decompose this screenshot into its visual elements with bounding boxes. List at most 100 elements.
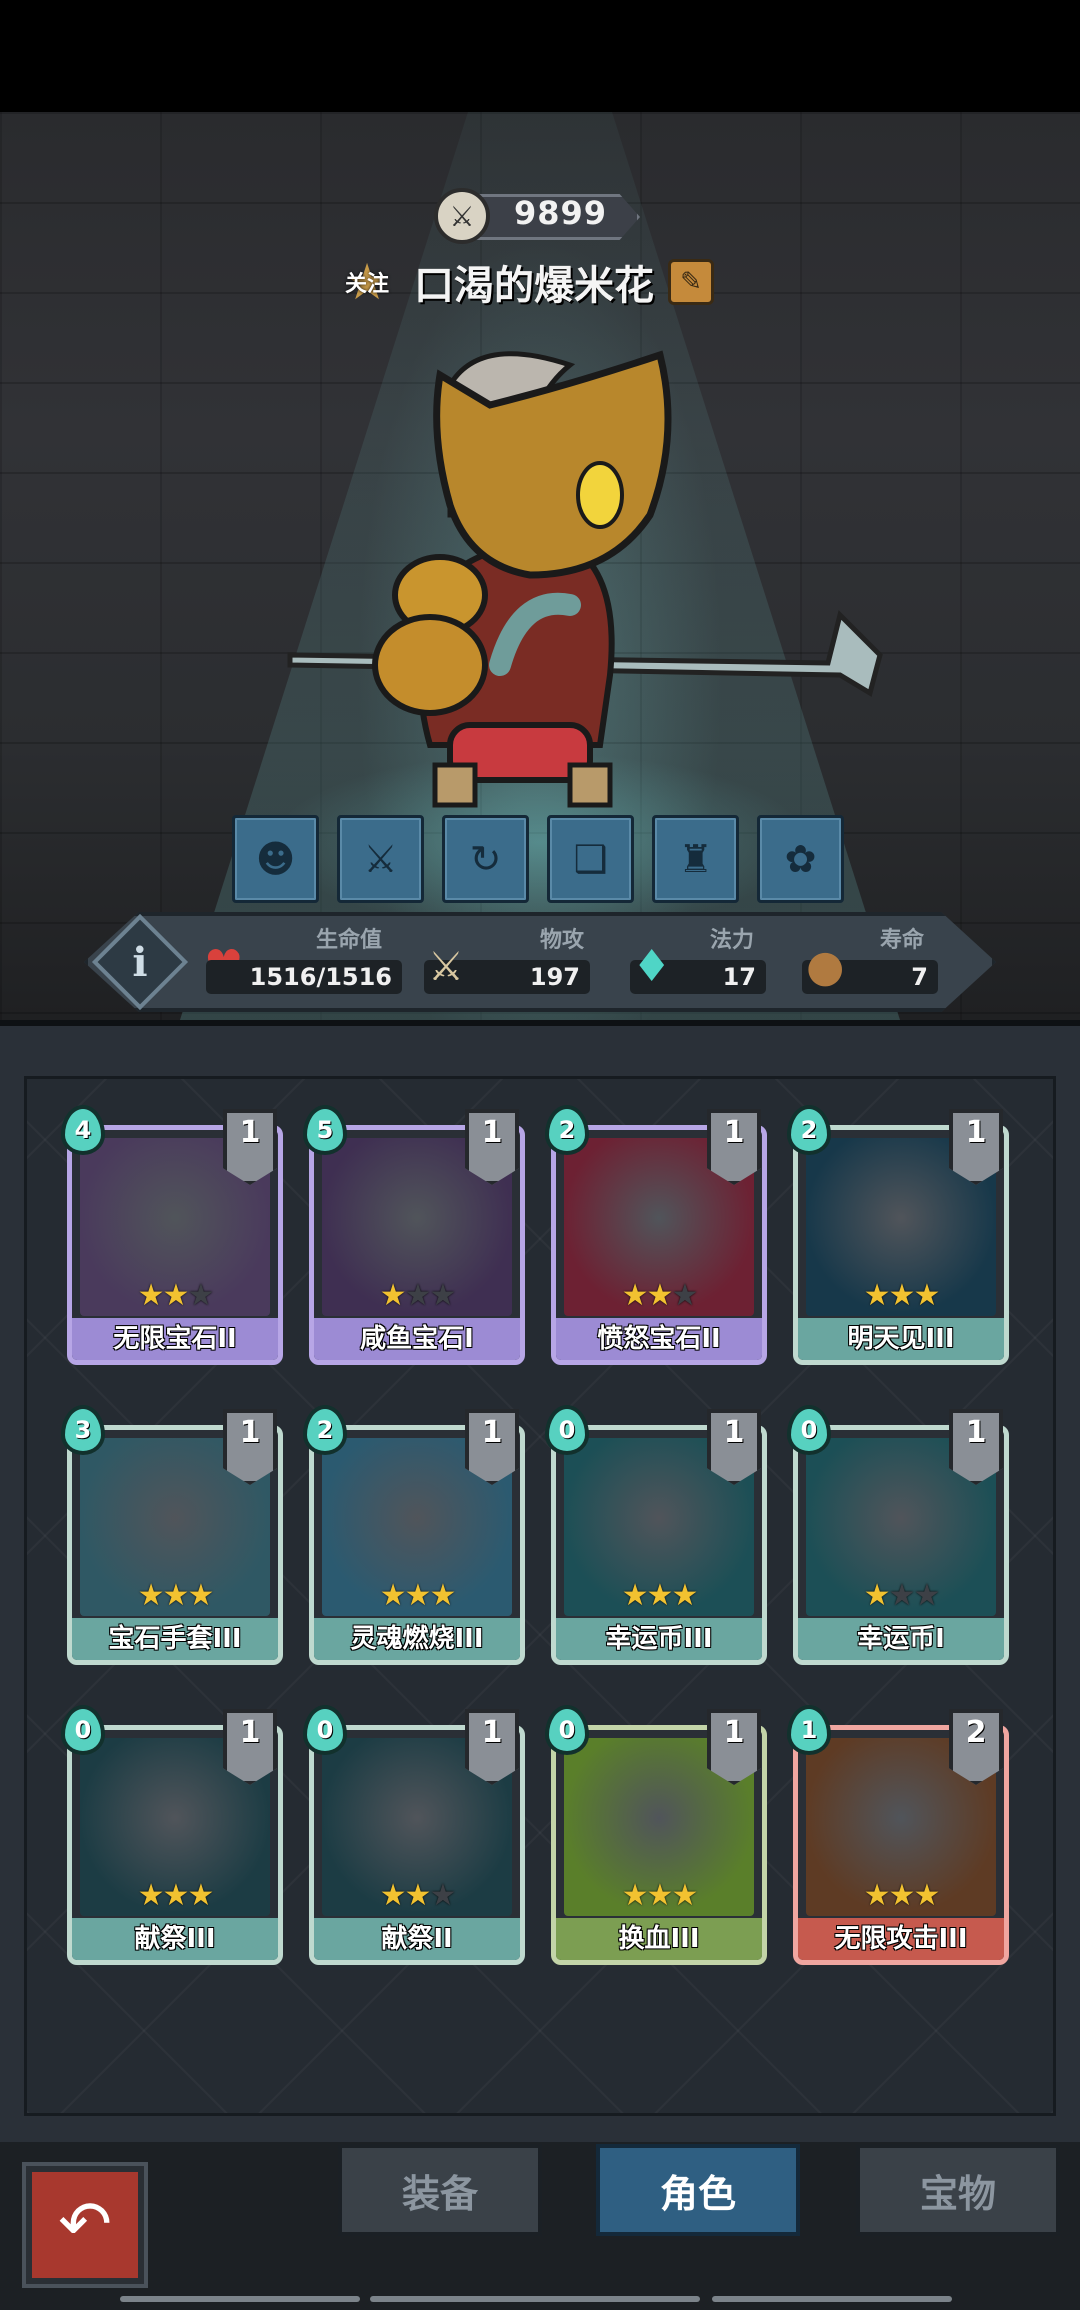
nav-divider <box>370 2296 700 2302</box>
star-filled-icon: ★ <box>379 1578 407 1613</box>
card-name: 换血III <box>556 1918 762 1960</box>
skill-slots: ☻ ⚔ ↻ ❑ ♜ ✿ <box>232 815 844 903</box>
star-filled-icon: ★ <box>621 1878 649 1913</box>
card[interactable]: ★★★ 献祭II 0 1 <box>303 1705 525 1967</box>
tab-equipment[interactable]: 装备 <box>338 2144 542 2236</box>
card-stars: ★★★ <box>556 1878 762 1913</box>
star-filled-icon: ★ <box>187 1578 214 1613</box>
card-stars: ★★★ <box>798 1578 1004 1613</box>
card[interactable]: ★★★ 愤怒宝石II 2 1 <box>545 1105 767 1367</box>
skill-slot-figure-icon[interactable]: ♜ <box>652 815 739 903</box>
skill-slot-swirl-icon[interactable]: ↻ <box>442 815 529 903</box>
star-filled-icon: ★ <box>863 1278 891 1313</box>
skill-slot-sword-icon[interactable]: ⚔ <box>337 815 424 903</box>
tab-character[interactable]: 角色 <box>596 2144 800 2236</box>
star-empty-icon: ★ <box>888 1578 916 1613</box>
deck-area: ★★★ 无限宝石II 4 1 ★★★ 咸鱼宝石I 5 1 ★★★ 愤怒宝石II 2 1 ★★★ 明天见II… <box>0 1026 1080 2142</box>
star-filled-icon: ★ <box>888 1878 916 1913</box>
card[interactable]: ★★★ 无限攻击III 1 2 <box>787 1705 1009 1967</box>
card[interactable]: ★★★ 咸鱼宝石I 5 1 <box>303 1105 525 1367</box>
star-filled-icon: ★ <box>187 1878 214 1913</box>
stats-bar: i 生命值 ♥ 1516/1516 物攻 197 ⚔ 法力 17 ♦ 寿命 7 … <box>84 912 996 1012</box>
star-filled-icon: ★ <box>621 1578 649 1613</box>
skill-slot-demon-icon[interactable]: ☻ <box>232 815 319 903</box>
follow-button[interactable]: ★ 关注 <box>340 257 394 307</box>
star-filled-icon: ★ <box>621 1278 649 1313</box>
star-filled-icon: ★ <box>913 1878 940 1913</box>
edit-name-icon[interactable]: ✎ <box>668 259 714 305</box>
card-cost-badge: 2 <box>787 1105 831 1155</box>
star-filled-icon: ★ <box>404 1578 432 1613</box>
card-name: 咸鱼宝石I <box>314 1318 520 1360</box>
card-stars: ★★★ <box>556 1278 762 1313</box>
star-empty-icon: ★ <box>429 1878 456 1913</box>
card-name: 献祭II <box>314 1918 520 1960</box>
card-cost-badge: 0 <box>303 1705 347 1755</box>
star-filled-icon: ★ <box>162 1578 190 1613</box>
star-empty-icon: ★ <box>429 1278 456 1313</box>
info-icon: i <box>132 938 148 986</box>
card[interactable]: ★★★ 宝石手套III 3 1 <box>61 1405 283 1667</box>
card-stars: ★★★ <box>72 1578 278 1613</box>
back-arrow-icon: ↶ <box>58 2188 112 2262</box>
star-filled-icon: ★ <box>913 1278 940 1313</box>
star-filled-icon: ★ <box>671 1578 698 1613</box>
star-filled-icon: ★ <box>429 1578 456 1613</box>
card[interactable]: ★★★ 幸运币III 0 1 <box>545 1405 767 1667</box>
card-stars: ★★★ <box>798 1878 1004 1913</box>
card-stars: ★★★ <box>314 1278 520 1313</box>
skill-slot-vine-icon[interactable]: ✿ <box>757 815 844 903</box>
card-name: 幸运币I <box>798 1618 1004 1660</box>
card-cost-badge: 0 <box>545 1405 589 1455</box>
card-name: 宝石手套III <box>72 1618 278 1660</box>
card[interactable]: ★★★ 灵魂燃烧III 2 1 <box>303 1405 525 1667</box>
card[interactable]: ★★★ 幸运币I 0 1 <box>787 1405 1009 1667</box>
card-name: 灵魂燃烧III <box>314 1618 520 1660</box>
card-cost-badge: 2 <box>303 1405 347 1455</box>
player-name: 口渴的爆米花 <box>414 263 654 309</box>
card-cost-badge: 0 <box>545 1705 589 1755</box>
star-empty-icon: ★ <box>404 1278 432 1313</box>
star-filled-icon: ★ <box>162 1278 190 1313</box>
star-filled-icon: ★ <box>671 1878 698 1913</box>
deck-panel: ★★★ 无限宝石II 4 1 ★★★ 咸鱼宝石I 5 1 ★★★ 愤怒宝石II 2 1 ★★★ 明天见II… <box>24 1076 1056 2116</box>
hero-character <box>287 350 883 808</box>
hp-value: 1516/1516 <box>206 960 402 994</box>
follow-label: 关注 <box>344 272 389 297</box>
card-stars: ★★★ <box>72 1878 278 1913</box>
mana-label: 法力 <box>710 928 755 953</box>
card-cost-badge: 0 <box>787 1405 831 1455</box>
star-filled-icon: ★ <box>379 1278 407 1313</box>
star-empty-icon: ★ <box>913 1578 940 1613</box>
star-filled-icon: ★ <box>863 1578 891 1613</box>
star-filled-icon: ★ <box>137 1278 165 1313</box>
star-filled-icon: ★ <box>379 1878 407 1913</box>
player-name-row: ★ 关注 口渴的爆米花 ✎ <box>340 254 714 310</box>
card[interactable]: ★★★ 换血III 0 1 <box>545 1705 767 1967</box>
hp-label: 生命值 <box>316 928 383 953</box>
card-name: 明天见III <box>798 1318 1004 1360</box>
star-empty-icon: ★ <box>671 1278 698 1313</box>
star-filled-icon: ★ <box>137 1578 165 1613</box>
card[interactable]: ★★★ 无限宝石II 4 1 <box>61 1105 283 1367</box>
star-filled-icon: ★ <box>888 1278 916 1313</box>
card-name: 献祭III <box>72 1918 278 1960</box>
star-filled-icon: ★ <box>863 1878 891 1913</box>
mushroom-icon: ● <box>806 941 845 992</box>
attack-label: 物攻 <box>540 928 585 953</box>
card-stars: ★★★ <box>798 1278 1004 1313</box>
card-stars: ★★★ <box>72 1278 278 1313</box>
card-cost-badge: 2 <box>545 1105 589 1155</box>
hero-eye <box>576 461 624 529</box>
card[interactable]: ★★★ 明天见III 2 1 <box>787 1105 1009 1367</box>
star-filled-icon: ★ <box>646 1278 674 1313</box>
card-cost-badge: 3 <box>61 1405 105 1455</box>
star-filled-icon: ★ <box>646 1878 674 1913</box>
card-stars: ★★★ <box>314 1578 520 1613</box>
card[interactable]: ★★★ 献祭III 0 1 <box>61 1705 283 1967</box>
skill-slot-book-icon[interactable]: ❑ <box>547 815 634 903</box>
back-button[interactable]: ↶ <box>26 2166 144 2284</box>
card-cost-badge: 5 <box>303 1105 347 1155</box>
tab-treasure[interactable]: 宝物 <box>856 2144 1060 2236</box>
card-cost-badge: 4 <box>61 1105 105 1155</box>
